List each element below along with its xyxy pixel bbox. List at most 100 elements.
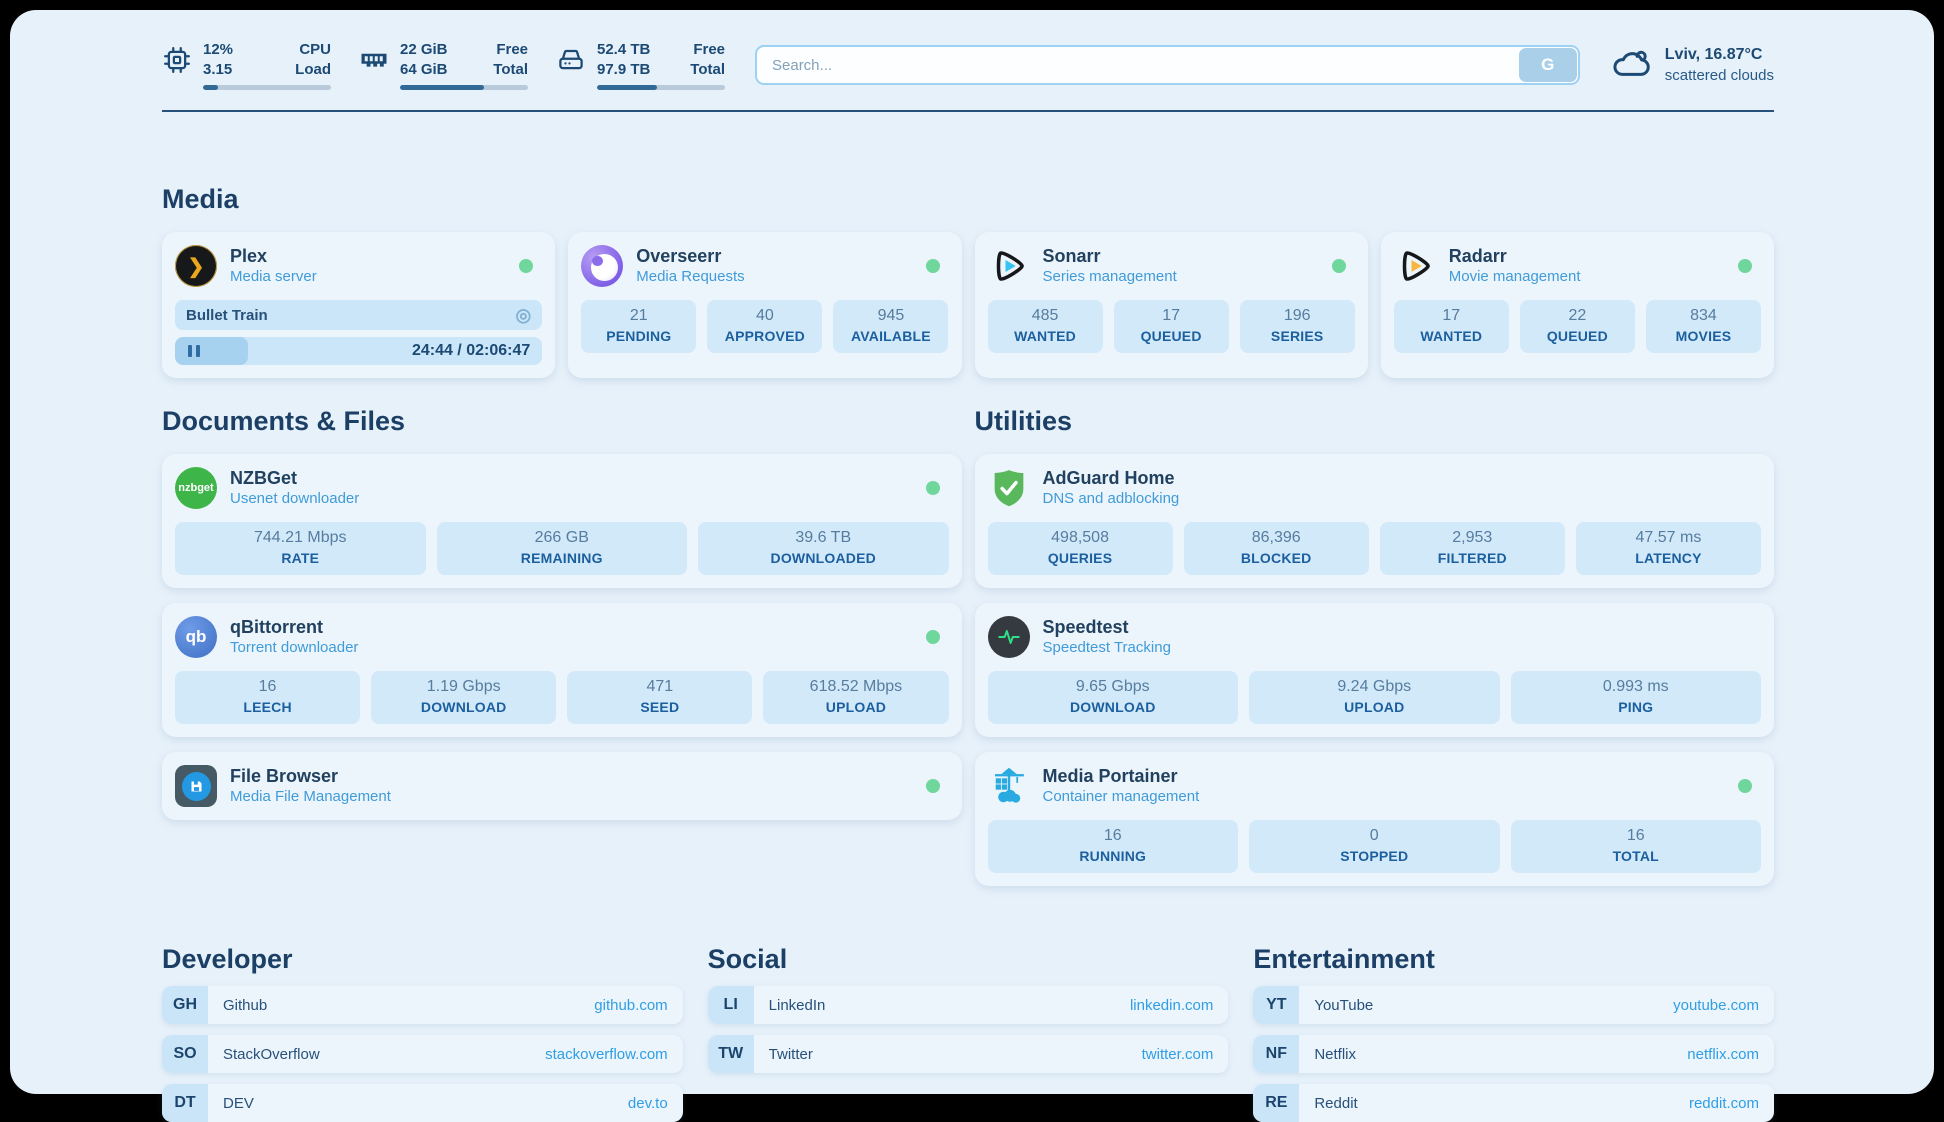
search-engine-button[interactable]: G	[1519, 48, 1577, 82]
disk-progress-bar	[597, 85, 725, 90]
stat-filtered: 2,953 FILTERED	[1380, 522, 1565, 575]
stat-rate: 744.21 Mbps RATE	[175, 522, 426, 575]
link-twitter[interactable]: TW Twitter twitter.com	[708, 1035, 1229, 1073]
link-reddit[interactable]: RE Reddit reddit.com	[1253, 1084, 1774, 1122]
app-card-filebrowser[interactable]: File Browser Media File Management	[162, 752, 962, 820]
cpu-progress-bar	[203, 85, 331, 90]
app-subtitle: Torrent downloader	[230, 639, 358, 658]
stat-download: 9.65 Gbps DOWNLOAD	[988, 671, 1239, 724]
app-name: AdGuard Home	[1043, 467, 1180, 490]
status-dot	[926, 779, 940, 793]
search-input[interactable]	[755, 45, 1580, 85]
section-social: Social LI LinkedIn linkedin.com TW Twitt…	[708, 944, 1229, 1122]
stat-download: 1.19 Gbps DOWNLOAD	[371, 671, 556, 724]
speedtest-icon	[988, 616, 1030, 658]
section-entertainment: Entertainment YT YouTube youtube.com NF …	[1253, 944, 1774, 1122]
stat-blocked: 86,396 BLOCKED	[1184, 522, 1369, 575]
filebrowser-icon	[175, 765, 217, 807]
cpu-usage-value: 12%	[203, 40, 233, 60]
disk-free-label: Free	[690, 40, 725, 60]
sonarr-icon	[988, 245, 1030, 287]
section-title-media: Media	[162, 184, 1774, 215]
media-session-icon[interactable]: ◎	[516, 305, 532, 326]
app-card-portainer[interactable]: Media Portainer Container management 16 …	[975, 752, 1775, 886]
portainer-icon	[988, 765, 1030, 807]
app-name: Sonarr	[1043, 245, 1177, 268]
app-card-radarr[interactable]: Radarr Movie management 17 WANTED 22 QUE…	[1381, 232, 1774, 378]
status-dot	[519, 259, 533, 273]
search-bar: G	[755, 45, 1580, 85]
stat-upload: 9.24 Gbps UPLOAD	[1249, 671, 1500, 724]
stat-movies: 834 MOVIES	[1646, 300, 1761, 353]
ram-total-label: Total	[493, 60, 528, 80]
section-documents: Documents & Files nzbget NZBGet Usenet d…	[162, 406, 962, 886]
app-card-sonarr[interactable]: Sonarr Series management 485 WANTED 17 Q…	[975, 232, 1368, 378]
app-card-overseerr[interactable]: Overseerr Media Requests 21 PENDING 40 A…	[568, 232, 961, 378]
link-github[interactable]: GH Github github.com	[162, 986, 683, 1024]
section-utilities: Utilities AdGuard Home DNS and adblockin…	[975, 406, 1775, 886]
app-subtitle: Series management	[1043, 268, 1177, 287]
stackoverflow-badge: SO	[162, 1035, 208, 1073]
stat-remaining: 266 GB REMAINING	[437, 522, 688, 575]
cloud-icon	[1610, 42, 1652, 89]
dashboard: 12% 3.15 CPU Load	[10, 10, 1934, 1094]
app-name: qBittorrent	[230, 616, 358, 639]
app-subtitle: Media File Management	[230, 788, 391, 807]
stat-stopped: 0 STOPPED	[1249, 820, 1500, 873]
stat-latency: 47.57 ms LATENCY	[1576, 522, 1761, 575]
plex-icon: ❯	[175, 245, 217, 287]
ram-icon	[359, 40, 389, 75]
cpu-icon	[162, 40, 192, 75]
netflix-badge: NF	[1253, 1035, 1299, 1073]
playback-progress-bar: 24:44 / 02:06:47	[175, 337, 542, 365]
playback-time: 24:44 / 02:06:47	[412, 342, 542, 360]
link-youtube[interactable]: YT YouTube youtube.com	[1253, 986, 1774, 1024]
status-dot	[926, 259, 940, 273]
status-dot	[926, 481, 940, 495]
link-netflix[interactable]: NF Netflix netflix.com	[1253, 1035, 1774, 1073]
ram-total-value: 64 GiB	[400, 60, 448, 80]
stat-queued: 22 QUEUED	[1520, 300, 1635, 353]
disk-free-value: 52.4 TB	[597, 40, 650, 60]
app-subtitle: DNS and adblocking	[1043, 490, 1180, 509]
reddit-badge: RE	[1253, 1084, 1299, 1122]
app-name: Media Portainer	[1043, 765, 1200, 788]
link-linkedin[interactable]: LI LinkedIn linkedin.com	[708, 986, 1229, 1024]
app-card-nzbget[interactable]: nzbget NZBGet Usenet downloader 744.21 M…	[162, 454, 962, 588]
stat-queued: 17 QUEUED	[1114, 300, 1229, 353]
section-developer: Developer GH Github github.com SO StackO…	[162, 944, 683, 1122]
cpu-load-value: 3.15	[203, 60, 233, 80]
app-card-qbittorrent[interactable]: qb qBittorrent Torrent downloader 16 LEE…	[162, 603, 962, 737]
cpu-label: CPU	[295, 40, 331, 60]
linkedin-badge: LI	[708, 986, 754, 1024]
stat-leech: 16 LEECH	[175, 671, 360, 724]
stat-pending: 21 PENDING	[581, 300, 696, 353]
memory-widget: 22 GiB 64 GiB Free Total	[359, 40, 528, 90]
app-subtitle: Media server	[230, 268, 317, 287]
stat-series: 196 SERIES	[1240, 300, 1355, 353]
section-title-documents: Documents & Files	[162, 406, 962, 437]
storage-widget: 52.4 TB 97.9 TB Free Total	[556, 40, 725, 90]
twitter-badge: TW	[708, 1035, 754, 1073]
app-subtitle: Speedtest Tracking	[1043, 639, 1171, 658]
app-name: Radarr	[1449, 245, 1581, 268]
pause-icon[interactable]	[188, 345, 200, 357]
ram-free-label: Free	[493, 40, 528, 60]
cpu-load-label: Load	[295, 60, 331, 80]
stat-running: 16 RUNNING	[988, 820, 1239, 873]
disk-total-label: Total	[690, 60, 725, 80]
app-subtitle: Container management	[1043, 788, 1200, 807]
status-dot	[1738, 779, 1752, 793]
cpu-widget: 12% 3.15 CPU Load	[162, 40, 331, 90]
app-card-plex[interactable]: ❯ Plex Media server Bullet Train ◎ 24:44…	[162, 232, 555, 378]
ram-free-value: 22 GiB	[400, 40, 448, 60]
weather-widget: Lviv, 16.87°C scattered clouds	[1610, 42, 1774, 89]
app-card-speedtest[interactable]: Speedtest Speedtest Tracking 9.65 Gbps D…	[975, 603, 1775, 737]
section-title-entertainment: Entertainment	[1253, 944, 1774, 975]
app-name: File Browser	[230, 765, 391, 788]
link-dev[interactable]: DT DEV dev.to	[162, 1084, 683, 1122]
status-dot	[1738, 259, 1752, 273]
disk-total-value: 97.9 TB	[597, 60, 650, 80]
app-card-adguard[interactable]: AdGuard Home DNS and adblocking 498,508 …	[975, 454, 1775, 588]
link-stackoverflow[interactable]: SO StackOverflow stackoverflow.com	[162, 1035, 683, 1073]
